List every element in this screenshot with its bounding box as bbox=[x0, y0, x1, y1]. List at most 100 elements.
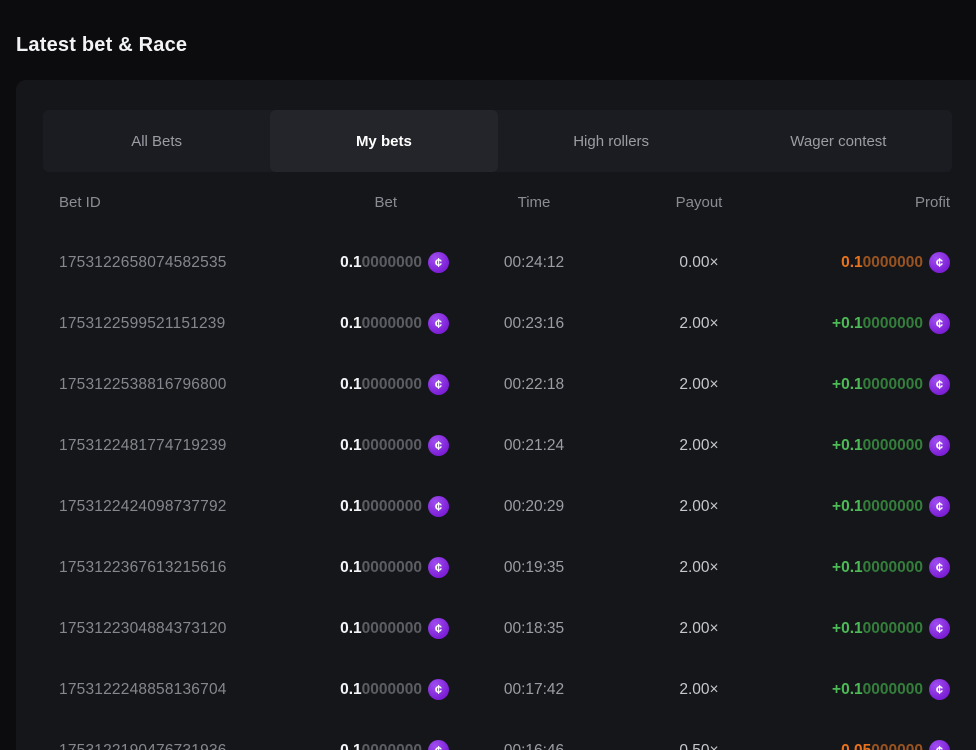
payout-multiplier: 2.00× bbox=[619, 559, 779, 577]
bet-amount-main: 0.1 bbox=[340, 742, 362, 750]
table-row[interactable]: 1753122658074582535 0.10000000 ¢ 00:24:1… bbox=[43, 232, 952, 293]
table-row[interactable]: 1753122481774719239 0.10000000 ¢ 00:21:2… bbox=[43, 415, 952, 476]
bet-id: 1753122190476731936 bbox=[59, 742, 274, 750]
coin-icon: ¢ bbox=[428, 557, 449, 578]
profit-amount: +0.10000000 ¢ bbox=[779, 313, 952, 334]
table-row[interactable]: 1753122599521151239 0.10000000 ¢ 00:23:1… bbox=[43, 293, 952, 354]
coin-icon: ¢ bbox=[428, 496, 449, 517]
profit-amount-zeros: 0000000 bbox=[863, 620, 923, 637]
coin-icon: ¢ bbox=[929, 252, 950, 273]
payout-multiplier: 2.00× bbox=[619, 620, 779, 638]
bet-amount-main: 0.1 bbox=[340, 315, 362, 332]
coin-icon: ¢ bbox=[428, 740, 449, 750]
table-row[interactable]: 1753122538816796800 0.10000000 ¢ 00:22:1… bbox=[43, 354, 952, 415]
profit-amount: 0.05000000 ¢ bbox=[779, 740, 952, 750]
payout-multiplier: 2.00× bbox=[619, 376, 779, 394]
profit-amount-main: 0.05 bbox=[841, 742, 871, 750]
bet-id: 1753122538816796800 bbox=[59, 376, 274, 394]
coin-icon: ¢ bbox=[428, 435, 449, 456]
bet-amount-zeros: 0000000 bbox=[362, 437, 422, 454]
coin-icon: ¢ bbox=[428, 313, 449, 334]
bet-amount-zeros: 0000000 bbox=[362, 559, 422, 576]
bet-id: 1753122658074582535 bbox=[59, 254, 274, 272]
tab-my-bets[interactable]: My bets bbox=[270, 110, 497, 172]
bet-id: 1753122367613215616 bbox=[59, 559, 274, 577]
bet-amount-main: 0.1 bbox=[340, 376, 362, 393]
page-title: Latest bet & Race bbox=[0, 0, 976, 57]
coin-icon: ¢ bbox=[929, 435, 950, 456]
bet-amount-main: 0.1 bbox=[340, 437, 362, 454]
coin-icon: ¢ bbox=[428, 618, 449, 639]
profit-amount-main: +0.1 bbox=[832, 315, 863, 332]
profit-amount-zeros: 0000000 bbox=[863, 254, 923, 271]
bet-amount-main: 0.1 bbox=[340, 681, 362, 698]
table-row[interactable]: 1753122424098737792 0.10000000 ¢ 00:20:2… bbox=[43, 476, 952, 537]
bet-time: 00:18:35 bbox=[449, 620, 619, 638]
tab-wager-contest[interactable]: Wager contest bbox=[725, 110, 952, 172]
payout-multiplier: 2.00× bbox=[619, 681, 779, 699]
profit-amount-zeros: 0000000 bbox=[863, 559, 923, 576]
coin-icon: ¢ bbox=[929, 618, 950, 639]
coin-icon: ¢ bbox=[428, 679, 449, 700]
coin-icon: ¢ bbox=[929, 557, 950, 578]
col-header-bet-id: Bet ID bbox=[59, 194, 274, 211]
profit-amount-zeros: 0000000 bbox=[863, 681, 923, 698]
payout-multiplier: 2.00× bbox=[619, 315, 779, 333]
payout-multiplier: 0.00× bbox=[619, 254, 779, 272]
col-header-profit: Profit bbox=[779, 194, 952, 211]
profit-amount-main: 0.1 bbox=[841, 254, 863, 271]
bet-amount-zeros: 0000000 bbox=[362, 742, 422, 750]
profit-amount: +0.10000000 ¢ bbox=[779, 374, 952, 395]
profit-amount-zeros: 0000000 bbox=[863, 437, 923, 454]
bet-id: 1753122481774719239 bbox=[59, 437, 274, 455]
bet-amount-zeros: 0000000 bbox=[362, 620, 422, 637]
bet-id: 1753122424098737792 bbox=[59, 498, 274, 516]
bet-id: 1753122304884373120 bbox=[59, 620, 274, 638]
profit-amount-main: +0.1 bbox=[832, 437, 863, 454]
bet-amount-main: 0.1 bbox=[340, 620, 362, 637]
bet-amount-zeros: 0000000 bbox=[362, 376, 422, 393]
tab-bar: All BetsMy betsHigh rollersWager contest bbox=[43, 110, 952, 172]
coin-icon: ¢ bbox=[428, 252, 449, 273]
profit-amount-zeros: 0000000 bbox=[863, 498, 923, 515]
table-row[interactable]: 1753122367613215616 0.10000000 ¢ 00:19:3… bbox=[43, 537, 952, 598]
tab-high-rollers[interactable]: High rollers bbox=[498, 110, 725, 172]
profit-amount-main: +0.1 bbox=[832, 376, 863, 393]
bet-time: 00:22:18 bbox=[449, 376, 619, 394]
bet-amount-zeros: 0000000 bbox=[362, 254, 422, 271]
table-row[interactable]: 1753122248858136704 0.10000000 ¢ 00:17:4… bbox=[43, 659, 952, 720]
bet-time: 00:24:12 bbox=[449, 254, 619, 272]
bet-time: 00:17:42 bbox=[449, 681, 619, 699]
profit-amount: +0.10000000 ¢ bbox=[779, 679, 952, 700]
profit-amount-main: +0.1 bbox=[832, 681, 863, 698]
bet-time: 00:20:29 bbox=[449, 498, 619, 516]
col-header-time: Time bbox=[449, 194, 619, 211]
profit-amount-zeros: 0000000 bbox=[863, 376, 923, 393]
profit-amount-zeros: 0000000 bbox=[863, 315, 923, 332]
payout-multiplier: 2.00× bbox=[619, 498, 779, 516]
bet-time: 00:21:24 bbox=[449, 437, 619, 455]
table-row[interactable]: 1753122190476731936 0.10000000 ¢ 00:16:4… bbox=[43, 720, 952, 750]
bet-amount: 0.10000000 ¢ bbox=[274, 252, 449, 273]
table-row[interactable]: 1753122304884373120 0.10000000 ¢ 00:18:3… bbox=[43, 598, 952, 659]
bet-time: 00:23:16 bbox=[449, 315, 619, 333]
tab-all-bets[interactable]: All Bets bbox=[43, 110, 270, 172]
bet-amount-zeros: 0000000 bbox=[362, 315, 422, 332]
coin-icon: ¢ bbox=[929, 740, 950, 750]
col-header-payout: Payout bbox=[619, 194, 779, 211]
bet-time: 00:16:46 bbox=[449, 742, 619, 750]
profit-amount-main: +0.1 bbox=[832, 559, 863, 576]
bet-amount: 0.10000000 ¢ bbox=[274, 618, 449, 639]
bet-amount: 0.10000000 ¢ bbox=[274, 679, 449, 700]
bet-id: 1753122248858136704 bbox=[59, 681, 274, 699]
bet-time: 00:19:35 bbox=[449, 559, 619, 577]
payout-multiplier: 2.00× bbox=[619, 437, 779, 455]
bets-panel: All BetsMy betsHigh rollersWager contest… bbox=[16, 80, 976, 750]
profit-amount: +0.10000000 ¢ bbox=[779, 435, 952, 456]
table-body: 1753122658074582535 0.10000000 ¢ 00:24:1… bbox=[43, 232, 952, 750]
bet-amount: 0.10000000 ¢ bbox=[274, 496, 449, 517]
bet-amount: 0.10000000 ¢ bbox=[274, 557, 449, 578]
coin-icon: ¢ bbox=[929, 313, 950, 334]
coin-icon: ¢ bbox=[428, 374, 449, 395]
bet-amount-zeros: 0000000 bbox=[362, 498, 422, 515]
